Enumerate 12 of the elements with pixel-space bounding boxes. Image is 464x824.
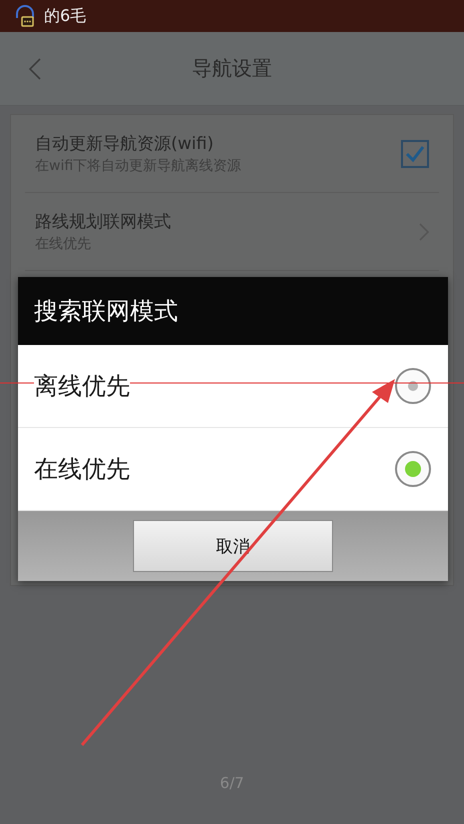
setting-title: 路线规划联网模式 xyxy=(35,211,171,233)
dialog-title: 搜索联网模式 xyxy=(18,277,448,345)
radio-button[interactable] xyxy=(394,450,432,488)
checkbox[interactable] xyxy=(401,140,429,168)
page-title: 导航设置 xyxy=(191,55,273,82)
radio-button[interactable] xyxy=(394,367,432,405)
status-text: 的6毛 xyxy=(44,6,86,26)
headset-icon xyxy=(14,4,36,28)
option-row[interactable]: 在线优先 xyxy=(18,428,448,511)
setting-title: 自动更新导航资源(wifi) xyxy=(35,133,215,155)
option-row[interactable]: 离线优先 xyxy=(18,345,448,428)
back-icon[interactable] xyxy=(28,56,42,80)
